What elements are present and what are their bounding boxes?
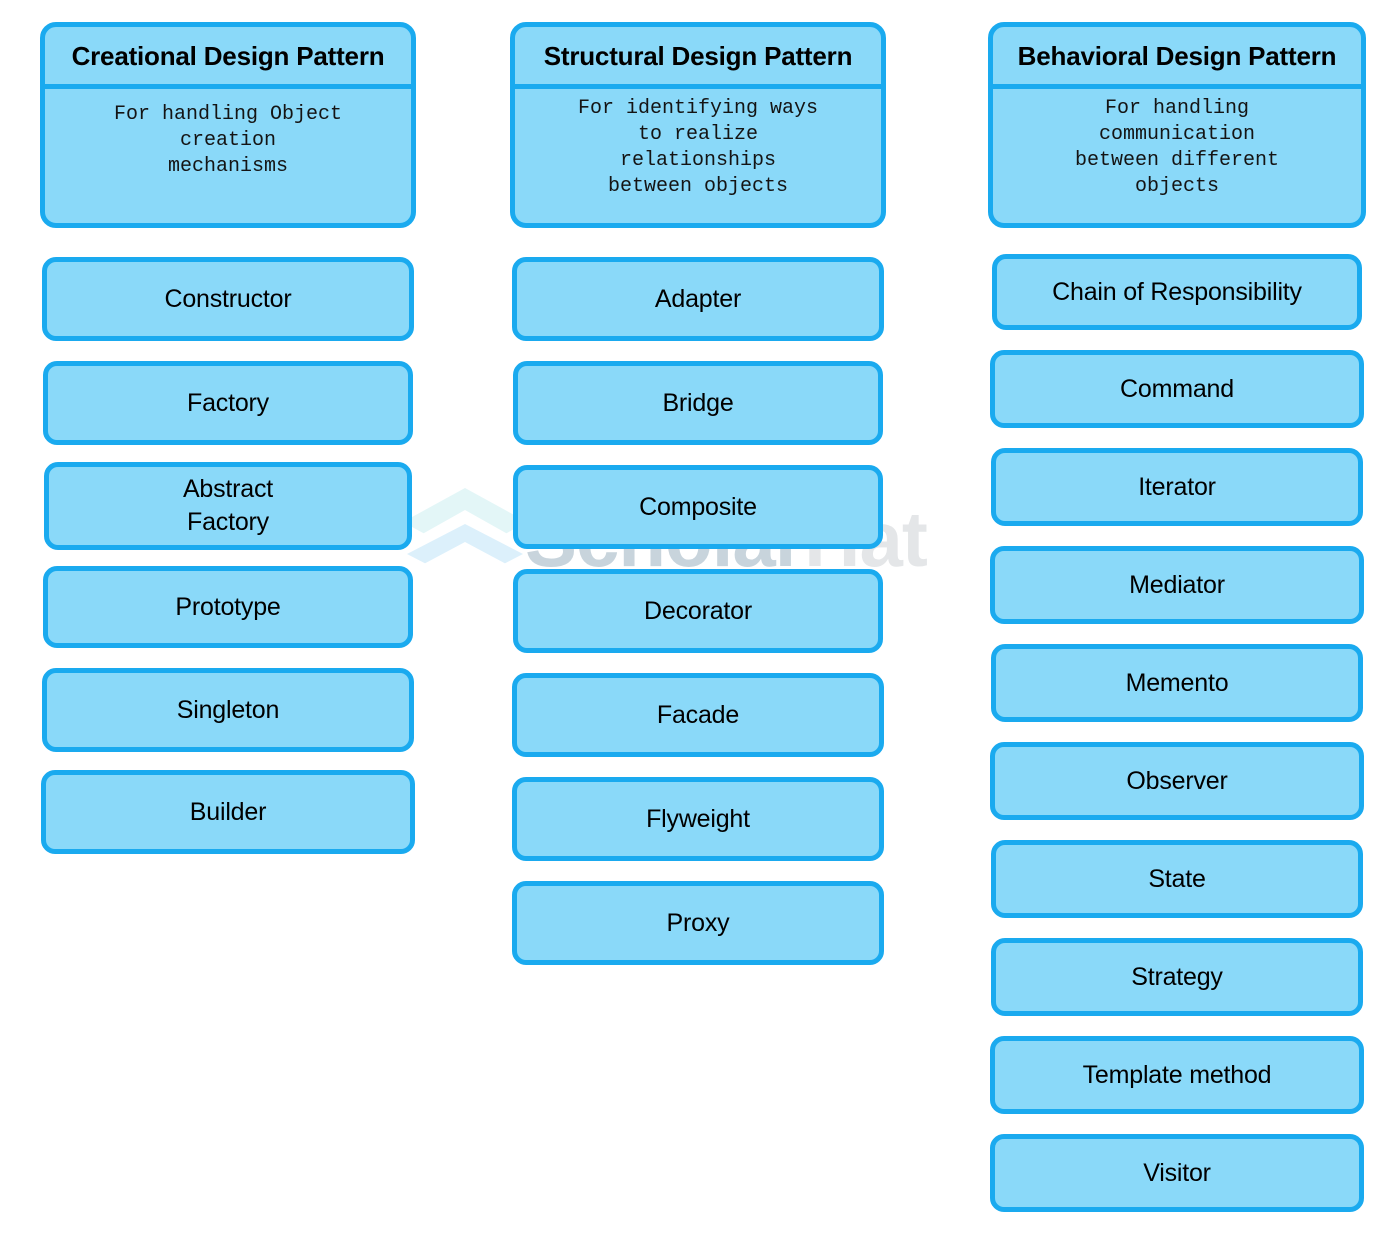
column-behavioral: Behavioral Design Pattern For handling c…: [988, 0, 1366, 1212]
pattern-label: Singleton: [176, 695, 280, 724]
column-creational: Creational Design Pattern For handling O…: [40, 0, 416, 854]
pattern-label: Command: [1120, 374, 1234, 403]
column-structural: Structural Design Pattern For identifyin…: [510, 0, 886, 965]
header-title-behavioral: Behavioral Design Pattern: [1017, 41, 1337, 71]
pattern-label: Strategy: [1131, 962, 1223, 991]
pattern-box-flyweight[interactable]: Flyweight: [512, 777, 884, 861]
pattern-box-constructor[interactable]: Constructor: [42, 257, 414, 341]
pattern-box-observer[interactable]: Observer: [990, 742, 1364, 820]
pattern-label: Builder: [189, 797, 267, 826]
pattern-box-bridge[interactable]: Bridge: [513, 361, 883, 445]
pattern-label: Decorator: [644, 596, 752, 625]
pattern-box-singleton[interactable]: Singleton: [42, 668, 414, 752]
pattern-label: Flyweight: [646, 804, 750, 833]
pattern-box-prototype[interactable]: Prototype: [43, 566, 413, 648]
header-card-structural: Structural Design Pattern For identifyin…: [510, 22, 886, 228]
pattern-label: Template method: [1082, 1060, 1272, 1089]
pattern-label: Iterator: [1138, 472, 1216, 501]
pattern-label: Mediator: [1129, 570, 1225, 599]
header-card-behavioral: Behavioral Design Pattern For handling c…: [988, 22, 1366, 228]
pattern-label: State: [1148, 864, 1206, 893]
pattern-label: Prototype: [175, 592, 281, 621]
header-title-structural: Structural Design Pattern: [543, 41, 853, 71]
pattern-box-proxy[interactable]: Proxy: [512, 881, 884, 965]
pattern-label: Constructor: [164, 284, 292, 313]
pattern-box-composite[interactable]: Composite: [513, 465, 883, 549]
pattern-label: Visitor: [1143, 1158, 1211, 1187]
pattern-box-mediator[interactable]: Mediator: [990, 546, 1364, 624]
pattern-box-adapter[interactable]: Adapter: [512, 257, 884, 341]
pattern-box-command[interactable]: Command: [990, 350, 1364, 428]
pattern-label: Chain of Responsibility: [1052, 277, 1302, 306]
header-description-behavioral: For handling communication between diffe…: [1074, 97, 1280, 198]
pattern-label: Proxy: [666, 908, 730, 937]
header-card-creational: Creational Design Pattern For handling O…: [40, 22, 416, 228]
pattern-label: Factory: [187, 388, 269, 417]
header-description-structural: For identifying ways to realize relation…: [577, 97, 819, 198]
pattern-box-memento[interactable]: Memento: [991, 644, 1363, 722]
pattern-label: Facade: [656, 700, 740, 729]
pattern-box-template-method[interactable]: Template method: [990, 1036, 1364, 1114]
pattern-box-factory[interactable]: Factory: [43, 361, 413, 445]
pattern-label: Composite: [639, 492, 757, 521]
pattern-box-facade[interactable]: Facade: [512, 673, 884, 757]
pattern-label: Memento: [1125, 668, 1229, 697]
header-title-creational: Creational Design Pattern: [71, 41, 385, 71]
header-description-creational: For handling Object creation mechanisms: [113, 103, 343, 178]
pattern-label: Abstract Factory: [182, 475, 274, 536]
pattern-box-chain-of-responsibility[interactable]: Chain of Responsibility: [992, 254, 1362, 330]
pattern-box-builder[interactable]: Builder: [41, 770, 415, 854]
pattern-box-state[interactable]: State: [991, 840, 1363, 918]
pattern-label: Observer: [1126, 766, 1228, 795]
pattern-box-visitor[interactable]: Visitor: [990, 1134, 1364, 1212]
pattern-box-strategy[interactable]: Strategy: [991, 938, 1363, 1016]
pattern-box-decorator[interactable]: Decorator: [513, 569, 883, 653]
pattern-box-abstract-factory[interactable]: Abstract Factory: [44, 462, 412, 550]
pattern-label: Bridge: [662, 388, 734, 417]
pattern-label: Adapter: [654, 284, 742, 313]
pattern-box-iterator[interactable]: Iterator: [991, 448, 1363, 526]
